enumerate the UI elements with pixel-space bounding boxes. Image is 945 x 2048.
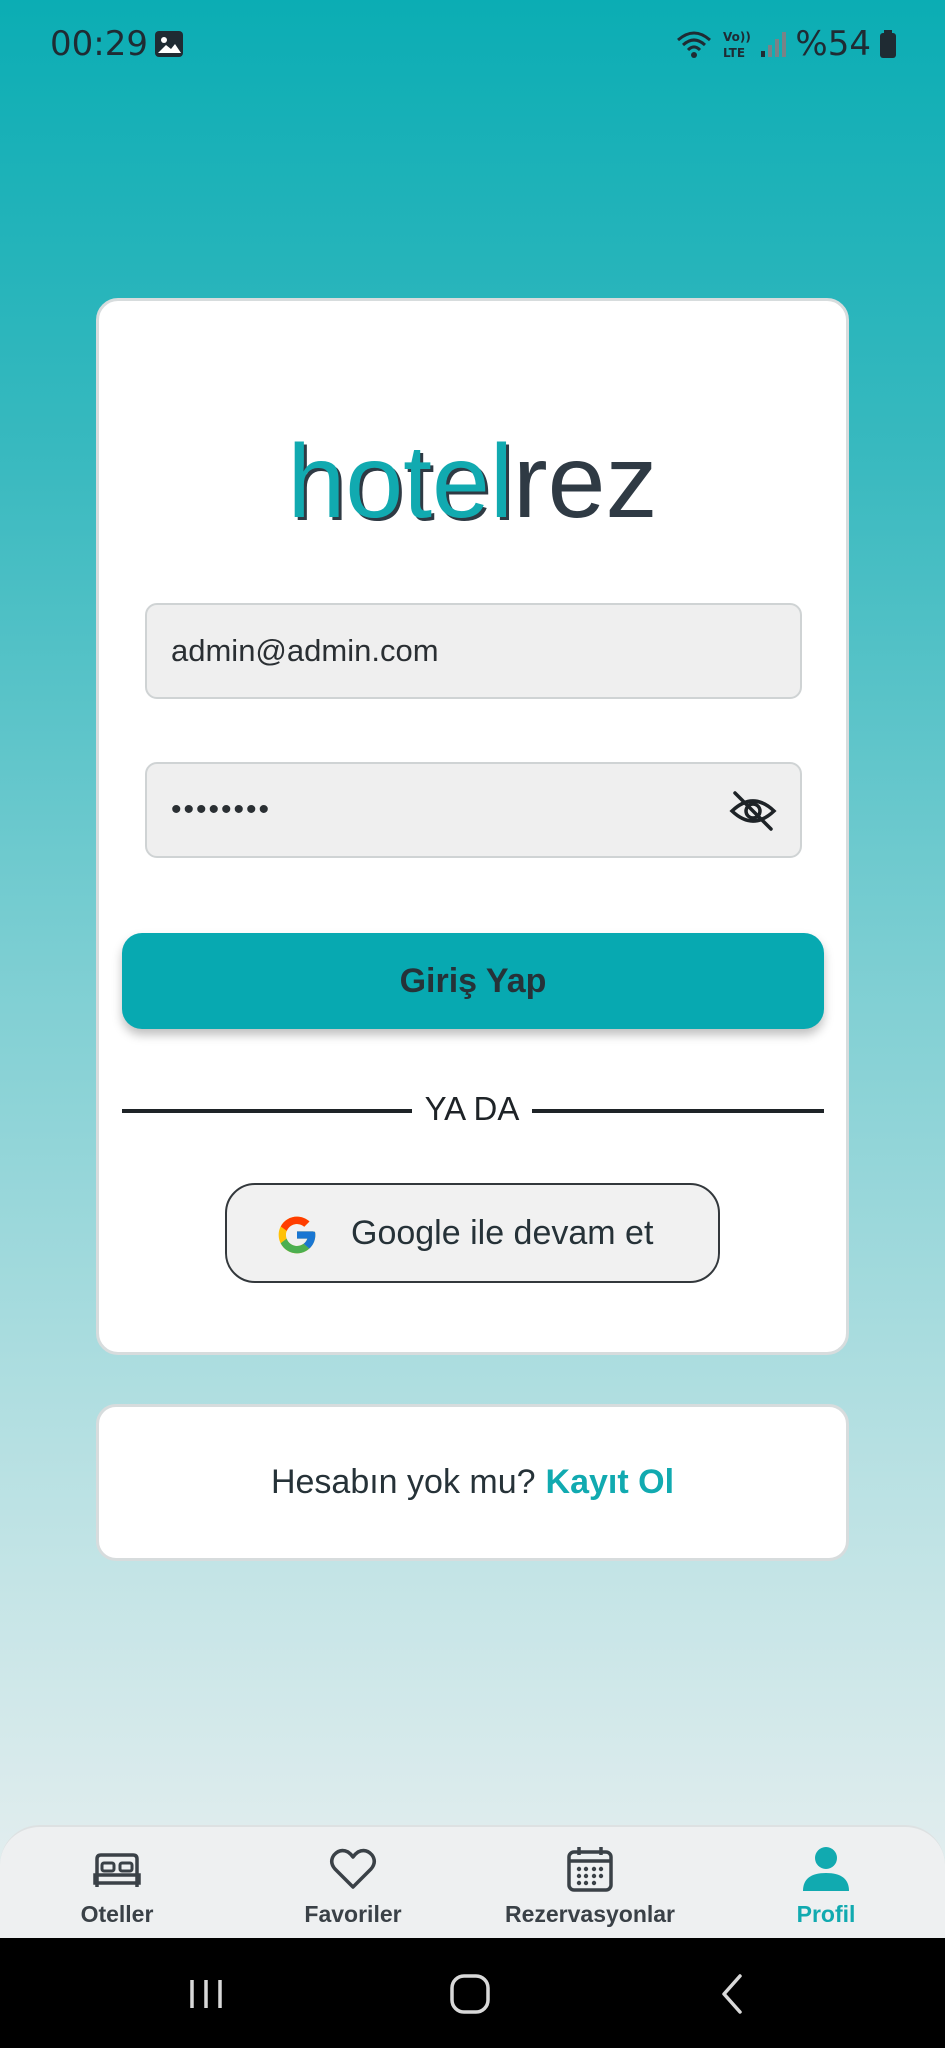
bottom-nav: Oteller Favoriler Rezervasyonlar Profil <box>0 1825 945 1938</box>
google-icon <box>278 1216 316 1254</box>
password-value: •••••••• <box>171 793 272 826</box>
recent-apps-icon[interactable] <box>178 1966 234 2022</box>
wifi-icon <box>677 31 712 58</box>
email-field[interactable]: admin@admin.com <box>145 603 802 699</box>
status-time: 00:29 <box>50 24 148 64</box>
login-button[interactable]: Giriş Yap <box>122 933 824 1029</box>
battery-percentage: %54 <box>795 24 871 64</box>
signal-icon <box>761 32 787 57</box>
logo-part-rez: rez <box>513 424 658 540</box>
nav-item-profil[interactable]: Profil <box>766 1827 886 1940</box>
google-signin-button[interactable]: Google ile devam et <box>225 1183 720 1283</box>
system-nav-bar <box>0 1938 945 2048</box>
nav-item-rezervasyonlar[interactable]: Rezervasyonlar <box>500 1827 680 1940</box>
svg-text:Vo)): Vo)) <box>723 30 751 44</box>
nav-label-oteller: Oteller <box>80 1901 154 1927</box>
user-icon <box>803 1847 849 1891</box>
email-value: admin@admin.com <box>171 633 439 668</box>
calendar-icon <box>567 1847 613 1892</box>
google-button-label: Google ile devam et <box>351 1214 654 1252</box>
svg-text:LTE: LTE <box>723 46 745 60</box>
divider-line-right <box>532 1109 824 1113</box>
image-icon <box>155 31 183 57</box>
divider-line-left <box>122 1109 412 1113</box>
app-logo: hotelrez <box>0 422 945 542</box>
home-icon[interactable] <box>442 1966 498 2022</box>
back-icon[interactable] <box>706 1966 762 2022</box>
status-icons: Vo)) LTE %54 <box>675 24 897 64</box>
bed-icon <box>93 1853 141 1887</box>
nav-item-favoriler[interactable]: Favoriler <box>293 1827 413 1940</box>
register-link[interactable]: Kayıt Ol <box>546 1463 674 1502</box>
battery-icon <box>880 30 896 58</box>
password-field[interactable]: •••••••• <box>145 762 802 858</box>
status-bar: 00:29 Vo)) LTE %54 <box>0 0 945 92</box>
nav-label-profil: Profil <box>796 1901 856 1927</box>
volte-icon: Vo)) LTE <box>723 30 751 60</box>
nav-label-rezervasyonlar: Rezervasyonlar <box>504 1901 676 1927</box>
nav-label-favoriler: Favoriler <box>304 1901 402 1927</box>
heart-icon <box>330 1848 376 1889</box>
register-prompt: Hesabın yok mu? <box>270 1463 536 1501</box>
register-card: Hesabın yok mu? Kayıt Ol <box>96 1404 849 1561</box>
logo-part-hotel: hotel <box>287 424 514 540</box>
divider-text: YA DA <box>424 1090 520 1127</box>
nav-item-oteller[interactable]: Oteller <box>57 1827 177 1940</box>
eye-off-icon[interactable] <box>728 786 778 836</box>
